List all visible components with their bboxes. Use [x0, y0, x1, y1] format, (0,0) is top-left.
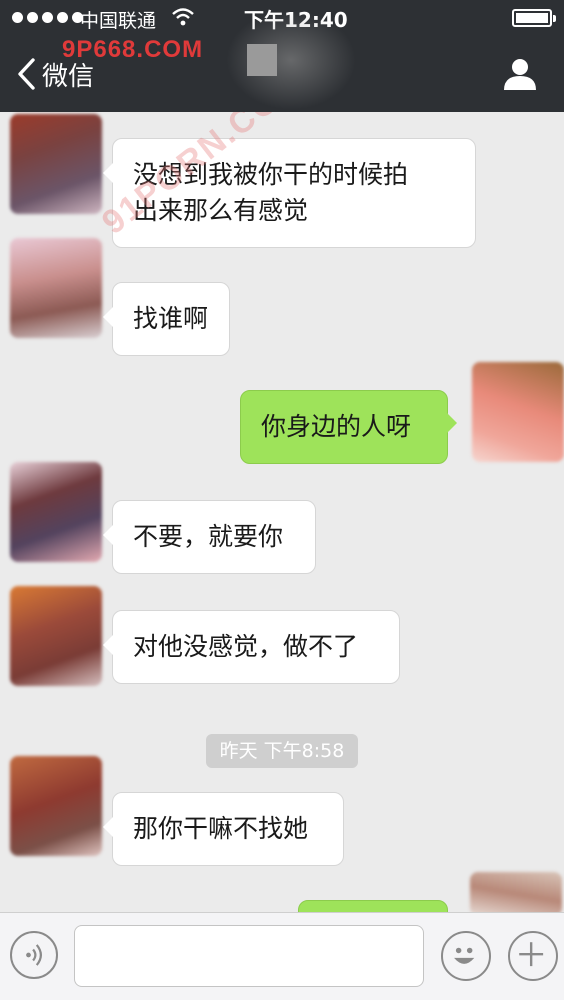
message-bubble-incoming[interactable]: 那你干嘛不找她 — [103, 792, 344, 866]
message-line: 找谁啊 — [133, 304, 209, 333]
chat-area[interactable]: 没想到我被你干的时候拍 出来那么有感觉 找谁啊 你身边的人呀 不要，就要你 对他… — [0, 112, 564, 912]
avatar[interactable] — [10, 462, 102, 562]
back-label: 微信 — [42, 61, 95, 92]
message-bubble-outgoing[interactable]: 你身边的人呀 — [240, 390, 457, 464]
back-chevron-icon — [18, 58, 35, 90]
message-line: 出来那么有感觉 — [133, 196, 309, 225]
obscured-contact-block — [247, 44, 277, 76]
message-bubble-incoming[interactable]: 不要，就要你 — [103, 500, 316, 574]
plus-icon — [519, 942, 544, 967]
avatar[interactable] — [472, 362, 564, 462]
message-line: 对他没感觉，做不了 — [133, 632, 359, 661]
avatar[interactable] — [10, 114, 102, 214]
avatar[interactable] — [470, 872, 562, 912]
message-bubble-incoming[interactable]: 找谁啊 — [103, 282, 230, 356]
emoji-button[interactable] — [441, 931, 491, 981]
message-input[interactable] — [74, 925, 424, 987]
avatar[interactable] — [10, 586, 102, 686]
input-bar — [0, 912, 564, 1000]
message-bubble-outgoing-partial[interactable] — [298, 900, 448, 912]
signal-dots-icon — [12, 12, 83, 23]
message-line: 你身边的人呀 — [261, 412, 412, 441]
battery-icon — [512, 9, 556, 27]
top-bar: 中国联通 下午12:40 9P668.COM 微信 — [0, 0, 564, 112]
person-icon[interactable] — [502, 56, 538, 92]
emoji-icon — [454, 947, 475, 964]
message-line: 那你干嘛不找她 — [133, 814, 309, 843]
avatar[interactable] — [10, 238, 102, 338]
obscured-contact-name — [226, 10, 356, 110]
carrier-label: 中国联通 — [80, 10, 157, 32]
voice-button[interactable] — [10, 931, 58, 979]
wifi-icon — [172, 8, 194, 26]
chat-timestamp: 昨天 下午8:58 — [206, 734, 358, 768]
plus-button[interactable] — [508, 931, 558, 981]
message-bubble-incoming[interactable]: 对他没感觉，做不了 — [103, 610, 400, 684]
avatar[interactable] — [10, 756, 102, 856]
voice-icon — [26, 944, 42, 966]
message-line: 不要，就要你 — [133, 522, 284, 551]
back-button[interactable]: 微信 — [16, 56, 94, 92]
